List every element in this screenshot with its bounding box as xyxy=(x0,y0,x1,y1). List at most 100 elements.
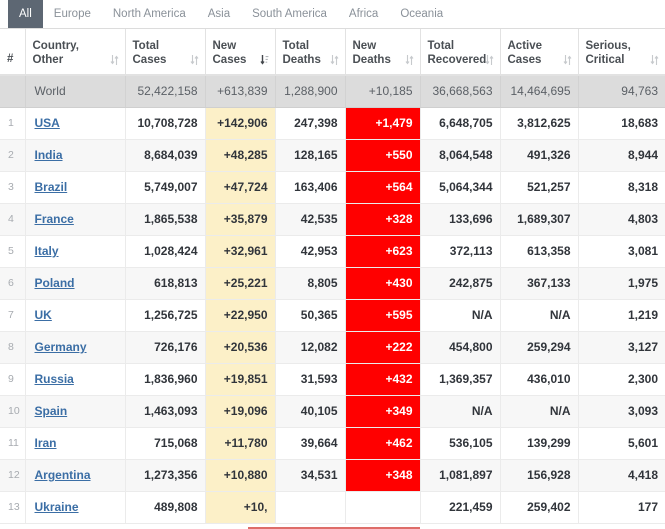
country-link[interactable]: Ukraine xyxy=(35,500,79,514)
sort-none-icon[interactable] xyxy=(330,54,339,66)
country-link[interactable]: India xyxy=(35,148,63,162)
column-header-country[interactable]: Country, Other xyxy=(24,29,125,76)
tab-north-america[interactable]: North America xyxy=(102,0,197,28)
table-row: 7 UK 1,256,725 +22,950 50,365 +595 N/A N/A 1,219 xyxy=(0,299,665,332)
tab-asia[interactable]: Asia xyxy=(197,0,241,28)
cell-new-cases: +32,961 xyxy=(204,235,275,268)
cell-row-number: 5 xyxy=(0,235,25,268)
cell-serious-critical: 3,093 xyxy=(577,395,665,428)
country-link[interactable]: Iran xyxy=(35,436,57,450)
cell-new-deaths: +550 xyxy=(344,139,420,172)
cell-new-deaths: +348 xyxy=(344,459,420,492)
cell-serious-critical: 3,081 xyxy=(577,235,665,268)
sort-none-icon[interactable] xyxy=(563,54,572,66)
cell-serious-critical: 94,763 xyxy=(577,75,665,108)
tab-all[interactable]: All xyxy=(8,0,43,28)
column-header-new-deaths-line2: Deaths xyxy=(352,54,391,66)
cell-total-deaths: 8,805 xyxy=(274,267,345,300)
sort-none-icon[interactable] xyxy=(190,54,199,66)
cell-new-cases: +10,880 xyxy=(204,459,275,492)
cell-country: USA xyxy=(24,107,125,140)
sort-none-icon[interactable] xyxy=(110,54,119,66)
cell-new-deaths: +430 xyxy=(344,267,420,300)
cell-serious-critical: 4,803 xyxy=(577,203,665,236)
country-link[interactable]: USA xyxy=(35,116,60,130)
country-link[interactable]: Germany xyxy=(35,340,87,354)
cell-total-deaths: 128,165 xyxy=(274,139,345,172)
cell-new-deaths: +432 xyxy=(344,363,420,396)
cell-serious-critical: 4,418 xyxy=(577,459,665,492)
cell-total-deaths: 247,398 xyxy=(274,107,345,140)
cell-active-cases: 14,464,695 xyxy=(499,75,578,108)
tab-europe[interactable]: Europe xyxy=(43,0,102,28)
cell-row-number xyxy=(0,75,25,108)
column-header-serious-critical[interactable]: Serious, Critical xyxy=(577,29,665,76)
cell-new-deaths: +1,479 xyxy=(344,107,420,140)
cell-country: Iran xyxy=(24,427,125,460)
column-header-new-deaths-line1: New xyxy=(352,40,377,52)
column-header-total-cases[interactable]: Total Cases xyxy=(124,29,205,76)
cell-total-deaths xyxy=(274,491,345,524)
cell-country: Ukraine xyxy=(24,491,125,524)
cell-row-number: 9 xyxy=(0,363,25,396)
cell-new-deaths: +222 xyxy=(344,331,420,364)
cell-new-cases: +19,851 xyxy=(204,363,275,396)
cell-total-deaths: 1,288,900 xyxy=(274,75,345,108)
cell-row-number: 4 xyxy=(0,203,25,236)
country-link[interactable]: Russia xyxy=(35,372,74,386)
column-header-active-cases-line2: Cases xyxy=(507,54,542,66)
column-header-total-recovered-line2: Recovered xyxy=(427,54,487,66)
cell-total-cases: 1,463,093 xyxy=(124,395,205,428)
cell-country: World xyxy=(24,75,125,108)
cell-serious-critical: 1,975 xyxy=(577,267,665,300)
cell-country: Spain xyxy=(24,395,125,428)
cell-country: Germany xyxy=(24,331,125,364)
cell-total-recovered: 1,369,357 xyxy=(419,363,500,396)
column-header-active-cases-line1: Active xyxy=(507,40,543,52)
tab-south-america[interactable]: South America xyxy=(241,0,338,28)
cell-serious-critical: 3,127 xyxy=(577,331,665,364)
country-link[interactable]: Italy xyxy=(35,244,59,258)
sort-none-icon[interactable] xyxy=(650,54,659,66)
country-link[interactable]: Poland xyxy=(35,276,75,290)
cell-serious-critical: 1,219 xyxy=(577,299,665,332)
cell-total-recovered: 454,800 xyxy=(419,331,500,364)
cell-total-recovered: 133,696 xyxy=(419,203,500,236)
country-link[interactable]: Brazil xyxy=(35,180,68,194)
column-header-country-line2: Other xyxy=(32,54,64,66)
column-header-active-cases[interactable]: Active Cases xyxy=(499,29,578,76)
cell-total-recovered: 36,668,563 xyxy=(419,75,500,108)
column-header-new-cases[interactable]: New Cases xyxy=(204,29,275,76)
cell-active-cases: N/A xyxy=(499,299,578,332)
cell-total-cases: 5,749,007 xyxy=(124,171,205,204)
covid-stats-table-container: # Country, Other Total Cases New Cases T… xyxy=(0,28,665,529)
cell-serious-critical: 2,300 xyxy=(577,363,665,396)
country-link[interactable]: UK xyxy=(35,308,52,322)
column-header-total-deaths[interactable]: Total Deaths xyxy=(274,29,345,76)
cell-row-number: 6 xyxy=(0,267,25,300)
table-row: 4 France 1,865,538 +35,879 42,535 +328 133,696… xyxy=(0,203,665,236)
country-link[interactable]: France xyxy=(35,212,74,226)
country-link[interactable]: Spain xyxy=(35,404,68,418)
sort-none-icon[interactable] xyxy=(485,54,494,66)
cell-new-cases: +11,780 xyxy=(204,427,275,460)
cell-new-deaths: +462 xyxy=(344,427,420,460)
table-row: 13 Ukraine 489,808 +10, 221,459 259,402 177 xyxy=(0,491,665,524)
cell-new-cases: +25,221 xyxy=(204,267,275,300)
tab-oceania[interactable]: Oceania xyxy=(389,0,454,28)
cell-total-deaths: 39,664 xyxy=(274,427,345,460)
column-header-total-recovered[interactable]: Total Recovered xyxy=(419,29,500,76)
column-header-new-deaths[interactable]: New Deaths xyxy=(344,29,420,76)
column-header-number[interactable]: # xyxy=(0,29,25,76)
tab-africa[interactable]: Africa xyxy=(338,0,389,28)
country-link[interactable]: Argentina xyxy=(35,468,91,482)
cell-row-number: 1 xyxy=(0,107,25,140)
cell-total-recovered: N/A xyxy=(419,395,500,428)
cell-active-cases: 156,928 xyxy=(499,459,578,492)
sort-none-icon[interactable] xyxy=(405,54,414,66)
column-header-total-cases-line1: Total xyxy=(132,40,160,52)
cell-new-cases: +20,536 xyxy=(204,331,275,364)
sort-desc-icon[interactable] xyxy=(259,54,269,66)
cell-new-cases: +35,879 xyxy=(204,203,275,236)
cell-row-number: 2 xyxy=(0,139,25,172)
